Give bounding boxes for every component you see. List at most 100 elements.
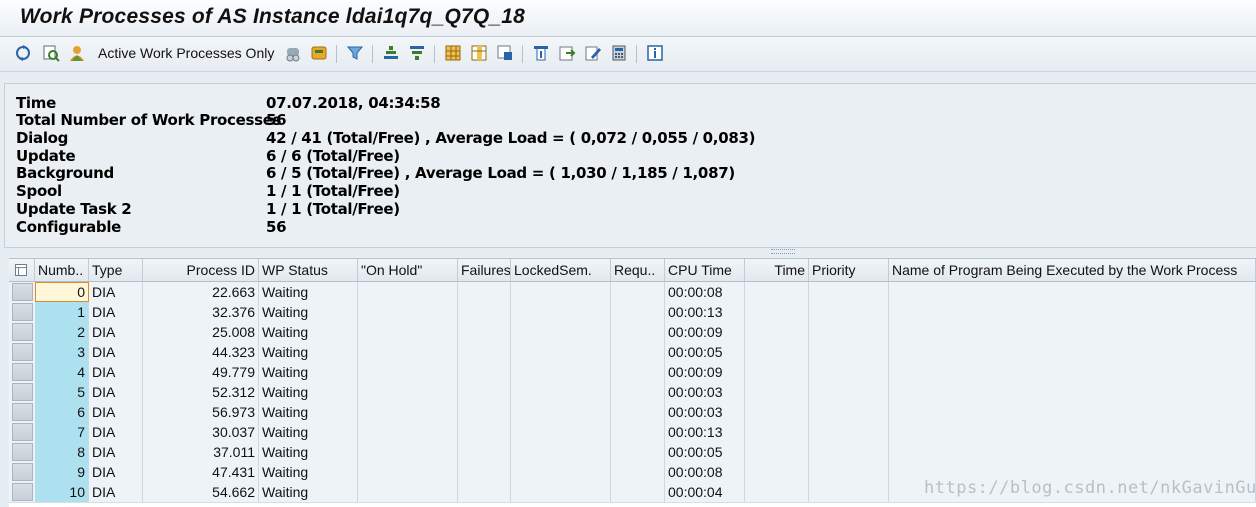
cpu-time-column-header[interactable]: CPU Time bbox=[665, 259, 745, 281]
requests-column-header[interactable]: Requ.. bbox=[611, 259, 665, 281]
cell-empty[interactable] bbox=[745, 322, 809, 342]
cell-cpu[interactable]: 00:00:08 bbox=[665, 462, 745, 482]
grid-icon[interactable] bbox=[442, 42, 464, 64]
cell-empty[interactable] bbox=[809, 442, 889, 462]
cell-empty[interactable] bbox=[611, 462, 665, 482]
cell-type[interactable]: DIA bbox=[89, 402, 143, 422]
table-row[interactable]: 6 DIA 56.973 Waiting 00:00:03 bbox=[9, 402, 1256, 423]
cell-empty[interactable] bbox=[809, 402, 889, 422]
cell-num[interactable]: 10 bbox=[35, 482, 89, 502]
table-row[interactable]: 4 DIA 49.779 Waiting 00:00:09 bbox=[9, 362, 1256, 383]
cell-type[interactable]: DIA bbox=[89, 302, 143, 322]
sort-desc-icon[interactable] bbox=[406, 42, 428, 64]
cell-cpu[interactable]: 00:00:03 bbox=[665, 402, 745, 422]
cell-type[interactable]: DIA bbox=[89, 362, 143, 382]
cell-empty[interactable] bbox=[358, 302, 458, 322]
cell-cpu[interactable]: 00:00:09 bbox=[665, 362, 745, 382]
cell-empty[interactable] bbox=[889, 382, 1256, 402]
program-name-column-header[interactable]: Name of Program Being Executed by the Wo… bbox=[889, 259, 1256, 281]
stop-icon[interactable] bbox=[66, 42, 88, 64]
cell-status[interactable]: Waiting bbox=[259, 402, 358, 422]
cell-empty[interactable] bbox=[745, 442, 809, 462]
cell-empty[interactable] bbox=[511, 322, 611, 342]
cell-empty[interactable] bbox=[889, 302, 1256, 322]
cell-empty[interactable] bbox=[458, 362, 511, 382]
info-icon[interactable] bbox=[644, 42, 666, 64]
cell-num[interactable]: 7 bbox=[35, 422, 89, 442]
cell-cpu[interactable]: 00:00:09 bbox=[665, 322, 745, 342]
cell-pid[interactable]: 52.312 bbox=[143, 382, 259, 402]
cell-empty[interactable] bbox=[611, 362, 665, 382]
cell-empty[interactable] bbox=[511, 362, 611, 382]
cell-num[interactable]: 5 bbox=[35, 382, 89, 402]
cell-empty[interactable] bbox=[889, 362, 1256, 382]
cell-empty[interactable] bbox=[358, 462, 458, 482]
cell-empty[interactable] bbox=[745, 422, 809, 442]
debug-icon[interactable] bbox=[282, 42, 304, 64]
cell-empty[interactable] bbox=[809, 362, 889, 382]
cell-pid[interactable]: 44.323 bbox=[143, 342, 259, 362]
cell-empty[interactable] bbox=[511, 402, 611, 422]
type-column-header[interactable]: Type bbox=[89, 259, 143, 281]
table-row[interactable]: 2 DIA 25.008 Waiting 00:00:09 bbox=[9, 322, 1256, 343]
cell-type[interactable]: DIA bbox=[89, 442, 143, 462]
time-column-header[interactable]: Time bbox=[745, 259, 809, 281]
cell-num[interactable]: 1 bbox=[35, 302, 89, 322]
cell-type[interactable]: DIA bbox=[89, 322, 143, 342]
table-row[interactable]: 0 DIA 22.663 Waiting 00:00:08 bbox=[9, 282, 1256, 303]
active-work-processes-only-button[interactable]: Active Work Processes Only bbox=[98, 45, 274, 61]
cell-status[interactable]: Waiting bbox=[259, 362, 358, 382]
row-selector[interactable] bbox=[12, 483, 33, 501]
cell-type[interactable]: DIA bbox=[89, 282, 143, 302]
cell-empty[interactable] bbox=[889, 442, 1256, 462]
failures-column-header[interactable]: Failures bbox=[458, 259, 511, 281]
cell-empty[interactable] bbox=[889, 282, 1256, 302]
row-selector[interactable] bbox=[12, 303, 33, 321]
cell-empty[interactable] bbox=[745, 402, 809, 422]
cell-empty[interactable] bbox=[745, 462, 809, 482]
cell-type[interactable]: DIA bbox=[89, 422, 143, 442]
cell-cpu[interactable]: 00:00:03 bbox=[665, 382, 745, 402]
cell-num[interactable]: 3 bbox=[35, 342, 89, 362]
cell-empty[interactable] bbox=[358, 442, 458, 462]
cell-empty[interactable] bbox=[611, 422, 665, 442]
cell-empty[interactable] bbox=[511, 422, 611, 442]
cell-empty[interactable] bbox=[358, 362, 458, 382]
cell-num[interactable]: 6 bbox=[35, 402, 89, 422]
cell-pid[interactable]: 47.431 bbox=[143, 462, 259, 482]
process-id-column-header[interactable]: Process ID bbox=[143, 259, 259, 281]
cell-empty[interactable] bbox=[745, 342, 809, 362]
cell-empty[interactable] bbox=[458, 462, 511, 482]
cell-empty[interactable] bbox=[809, 382, 889, 402]
excel-icon[interactable] bbox=[556, 42, 578, 64]
row-selector[interactable] bbox=[12, 283, 33, 301]
cell-pid[interactable]: 32.376 bbox=[143, 302, 259, 322]
cell-pid[interactable]: 54.662 bbox=[143, 482, 259, 502]
cell-empty[interactable] bbox=[358, 342, 458, 362]
cell-empty[interactable] bbox=[511, 462, 611, 482]
cell-empty[interactable] bbox=[611, 382, 665, 402]
table-row[interactable]: 5 DIA 52.312 Waiting 00:00:03 bbox=[9, 382, 1256, 403]
number-column-header[interactable]: Numb.. bbox=[35, 259, 89, 281]
row-selector[interactable] bbox=[12, 343, 33, 361]
cell-empty[interactable] bbox=[358, 422, 458, 442]
table-row[interactable]: 8 DIA 37.011 Waiting 00:00:05 bbox=[9, 442, 1256, 463]
cell-type[interactable]: DIA bbox=[89, 342, 143, 362]
cell-pid[interactable]: 30.037 bbox=[143, 422, 259, 442]
cell-empty[interactable] bbox=[511, 342, 611, 362]
cell-empty[interactable] bbox=[611, 282, 665, 302]
cell-empty[interactable] bbox=[745, 482, 809, 502]
priority-column-header[interactable]: Priority bbox=[809, 259, 889, 281]
cell-empty[interactable] bbox=[511, 442, 611, 462]
cell-empty[interactable] bbox=[809, 342, 889, 362]
cell-status[interactable]: Waiting bbox=[259, 422, 358, 442]
cell-empty[interactable] bbox=[889, 422, 1256, 442]
cell-empty[interactable] bbox=[745, 382, 809, 402]
cell-empty[interactable] bbox=[611, 442, 665, 462]
columns-icon[interactable] bbox=[468, 42, 490, 64]
cell-empty[interactable] bbox=[889, 322, 1256, 342]
log-icon[interactable] bbox=[308, 42, 330, 64]
layout-icon[interactable] bbox=[9, 259, 35, 281]
cell-cpu[interactable]: 00:00:05 bbox=[665, 442, 745, 462]
row-selector[interactable] bbox=[12, 363, 33, 381]
